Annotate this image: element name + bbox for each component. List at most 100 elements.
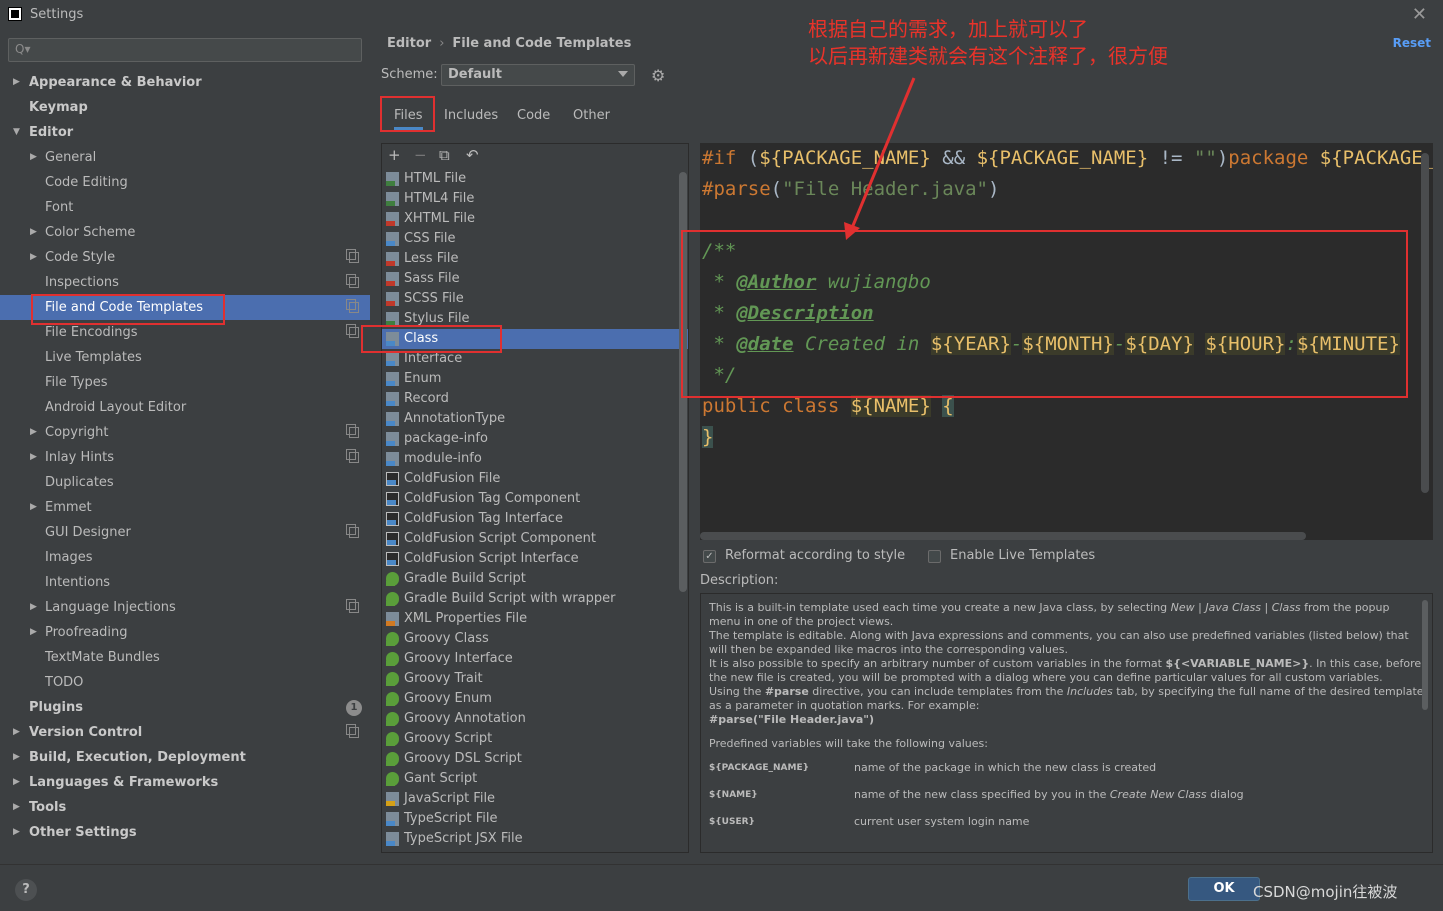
chevron-right-icon[interactable]: ▶ (30, 595, 37, 620)
template-item[interactable]: ColdFusion Script Component (382, 529, 688, 549)
sidebar-item-label: Copyright (45, 425, 109, 440)
sidebar-item-inspections[interactable]: Inspections (0, 270, 370, 295)
remove-icon[interactable]: − (414, 146, 427, 164)
sidebar-item-keymap[interactable]: Keymap (0, 95, 370, 120)
chevron-down-icon[interactable]: ▼ (13, 120, 20, 145)
chevron-right-icon[interactable]: ▶ (30, 145, 37, 170)
chevron-right-icon[interactable]: ▶ (13, 720, 20, 745)
template-item[interactable]: SCSS File (382, 289, 688, 309)
sidebar-item-code-editing[interactable]: Code Editing (0, 170, 370, 195)
template-item[interactable]: XML Properties File (382, 609, 688, 629)
sidebar-item-editor[interactable]: ▼ Editor (0, 120, 370, 145)
template-item[interactable]: JavaScript File (382, 789, 688, 809)
template-item[interactable]: CSS File (382, 229, 688, 249)
template-item[interactable]: Less File (382, 249, 688, 269)
sidebar-item-proofreading[interactable]: ▶ Proofreading (0, 620, 370, 645)
template-item[interactable]: HTML File (382, 169, 688, 189)
chevron-right-icon[interactable]: ▶ (13, 795, 20, 820)
gear-icon[interactable]: ⚙ (651, 66, 665, 85)
template-item[interactable]: Groovy Class (382, 629, 688, 649)
description-scrollbar[interactable] (1422, 600, 1428, 710)
template-item[interactable]: package-info (382, 429, 688, 449)
scheme-select[interactable]: Default (441, 64, 635, 86)
template-item[interactable]: Record (382, 389, 688, 409)
reformat-option[interactable]: ✓ Reformat according to style (703, 547, 905, 567)
chevron-right-icon[interactable]: ▶ (30, 620, 37, 645)
sidebar-item-font[interactable]: Font (0, 195, 370, 220)
sidebar-item-other-settings[interactable]: ▶ Other Settings (0, 820, 370, 845)
tab-code[interactable]: Code (517, 96, 550, 130)
chevron-right-icon[interactable]: ▶ (13, 770, 20, 795)
chevron-right-icon[interactable]: ▶ (13, 70, 20, 95)
tab-includes[interactable]: Includes (444, 96, 498, 130)
template-item[interactable]: ColdFusion Tag Component (382, 489, 688, 509)
chevron-right-icon[interactable]: ▶ (13, 820, 20, 845)
template-item[interactable]: Sass File (382, 269, 688, 289)
chevron-right-icon[interactable]: ▶ (30, 220, 37, 245)
template-item[interactable]: Groovy Interface (382, 649, 688, 669)
sidebar-item-language-injections[interactable]: ▶ Language Injections (0, 595, 370, 620)
sidebar-item-file-types[interactable]: File Types (0, 370, 370, 395)
template-item[interactable]: Gradle Build Script with wrapper (382, 589, 688, 609)
sidebar-item-duplicates[interactable]: Duplicates (0, 470, 370, 495)
settings-search-input[interactable]: Q▾ (8, 38, 362, 62)
template-item[interactable]: Groovy Trait (382, 669, 688, 689)
template-item[interactable]: module-info (382, 449, 688, 469)
sidebar-item-emmet[interactable]: ▶ Emmet (0, 495, 370, 520)
breadcrumb-section[interactable]: Editor (387, 36, 431, 51)
editor-vertical-scrollbar[interactable] (1421, 153, 1429, 493)
help-button[interactable]: ? (15, 879, 37, 901)
template-item[interactable]: Groovy Script (382, 729, 688, 749)
sidebar-item-version-control[interactable]: ▶ Version Control (0, 720, 370, 745)
add-icon[interactable]: + (388, 146, 401, 164)
template-item[interactable]: Gradle Build Script (382, 569, 688, 589)
revert-icon[interactable]: ↶ (466, 146, 479, 164)
reformat-checkbox[interactable]: ✓ (703, 550, 716, 563)
template-item[interactable]: TypeScript JSX File (382, 829, 688, 849)
template-item[interactable]: Groovy Enum (382, 689, 688, 709)
sidebar-item-color-scheme[interactable]: ▶ Color Scheme (0, 220, 370, 245)
desc-paragraph-2: The template is editable. Along with Jav… (709, 629, 1409, 656)
template-item[interactable]: ColdFusion Tag Interface (382, 509, 688, 529)
template-item[interactable]: HTML4 File (382, 189, 688, 209)
sidebar-item-copyright[interactable]: ▶ Copyright (0, 420, 370, 445)
live-templates-checkbox[interactable] (928, 550, 941, 563)
sidebar-item-todo[interactable]: TODO (0, 670, 370, 695)
sidebar-item-languages-frameworks[interactable]: ▶ Languages & Frameworks (0, 770, 370, 795)
ok-button[interactable]: OK (1188, 877, 1260, 901)
editor-horizontal-scrollbar[interactable] (700, 532, 1306, 540)
sidebar-item-code-style[interactable]: ▶ Code Style (0, 245, 370, 270)
sidebar-item-appearance-behavior[interactable]: ▶ Appearance & Behavior (0, 70, 370, 95)
template-item[interactable]: AnnotationType (382, 409, 688, 429)
template-item[interactable]: XHTML File (382, 209, 688, 229)
template-item[interactable]: ColdFusion Script Interface (382, 549, 688, 569)
live-templates-option[interactable]: Enable Live Templates (928, 547, 1128, 567)
chevron-right-icon[interactable]: ▶ (30, 420, 37, 445)
sidebar-item-build-execution-deployment[interactable]: ▶ Build, Execution, Deployment (0, 745, 370, 770)
copy-icon[interactable]: ⧉ (439, 146, 450, 164)
sidebar-item-textmate-bundles[interactable]: TextMate Bundles (0, 645, 370, 670)
sidebar-item-intentions[interactable]: Intentions (0, 570, 370, 595)
sidebar-item-plugins[interactable]: Plugins 1 (0, 695, 370, 720)
close-icon[interactable]: ✕ (1412, 4, 1427, 25)
tab-other[interactable]: Other (573, 96, 610, 130)
sidebar-item-inlay-hints[interactable]: ▶ Inlay Hints (0, 445, 370, 470)
template-item[interactable]: Groovy Annotation (382, 709, 688, 729)
template-item[interactable]: Gant Script (382, 769, 688, 789)
chevron-right-icon[interactable]: ▶ (13, 745, 20, 770)
sidebar-item-tools[interactable]: ▶ Tools (0, 795, 370, 820)
reset-link[interactable]: Reset (1393, 36, 1431, 50)
template-item-label: ColdFusion File (404, 471, 501, 486)
sidebar-item-live-templates[interactable]: Live Templates (0, 345, 370, 370)
template-item[interactable]: Enum (382, 369, 688, 389)
chevron-right-icon[interactable]: ▶ (30, 245, 37, 270)
sidebar-item-images[interactable]: Images (0, 545, 370, 570)
sidebar-item-general[interactable]: ▶ General (0, 145, 370, 170)
sidebar-item-gui-designer[interactable]: GUI Designer (0, 520, 370, 545)
template-item[interactable]: ColdFusion File (382, 469, 688, 489)
template-item[interactable]: Groovy DSL Script (382, 749, 688, 769)
template-item[interactable]: TypeScript File (382, 809, 688, 829)
chevron-right-icon[interactable]: ▶ (30, 445, 37, 470)
chevron-right-icon[interactable]: ▶ (30, 495, 37, 520)
sidebar-item-android-layout-editor[interactable]: Android Layout Editor (0, 395, 370, 420)
